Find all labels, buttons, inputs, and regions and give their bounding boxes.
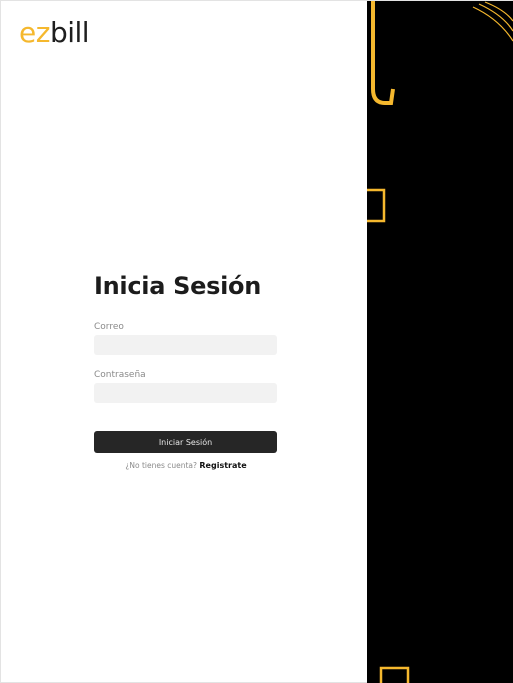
ezbill-logo: ezbill	[19, 16, 90, 49]
logo-ez-text: ez	[19, 16, 50, 49]
signup-row: ¿No tienes cuenta? Registrate	[94, 460, 278, 472]
login-form: Inicia Sesión Correo Contraseña Iniciar …	[94, 269, 278, 472]
page-title: Inicia Sesión	[94, 272, 261, 300]
yellow-arc-2	[478, 3, 513, 32]
login-panel: ezbill Inicia Sesión Correo Contraseña I…	[1, 1, 367, 682]
logo-bill-text: bill	[49, 16, 90, 49]
decorative-graphic	[367, 1, 513, 683]
password-field[interactable]	[94, 383, 277, 403]
yellow-square-outline	[367, 188, 386, 223]
decorative-panel	[367, 1, 513, 683]
yellow-arc-3	[484, 1, 513, 22]
signup-link[interactable]: Registrate	[199, 461, 246, 470]
login-button[interactable]: Iniciar Sesión	[94, 431, 277, 453]
yellow-hook-shape	[371, 1, 395, 105]
signup-prompt: ¿No tienes cuenta?	[125, 461, 197, 470]
password-label: Contraseña	[94, 370, 146, 380]
email-label: Correo	[94, 322, 124, 332]
yellow-bottom-outline	[379, 666, 410, 683]
email-field[interactable]	[94, 335, 277, 355]
